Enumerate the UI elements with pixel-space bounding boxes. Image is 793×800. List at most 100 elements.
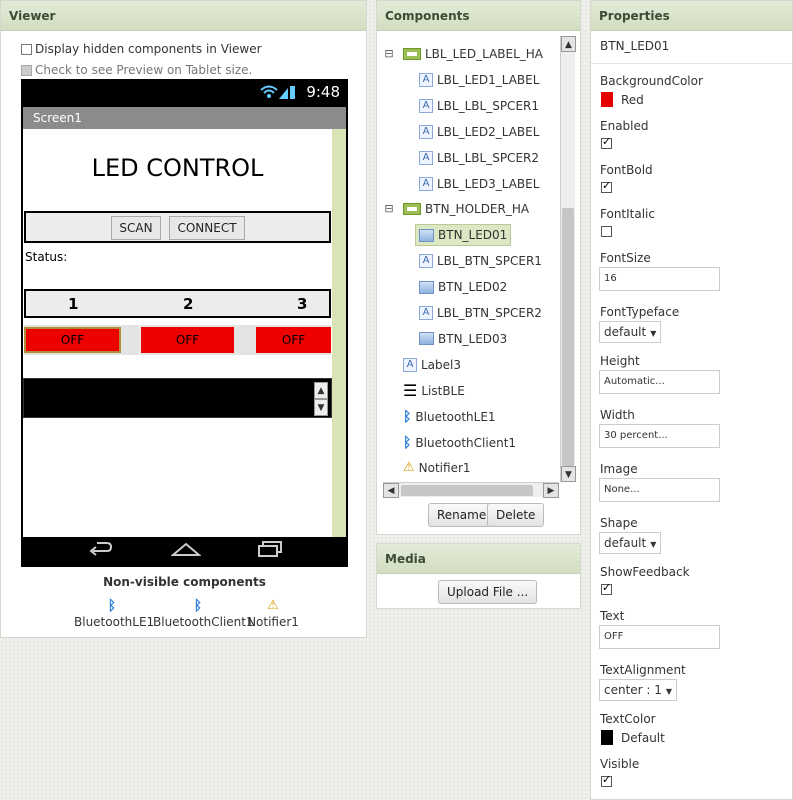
scroll-down-icon[interactable]: ▼ xyxy=(314,399,328,416)
nonvisible-label: BluetoothClient1 xyxy=(153,615,254,629)
tree-item-lbl-btn-spcer1[interactable]: A LBL_BTN_SPCER1 xyxy=(419,250,542,272)
enabled-checkbox[interactable] xyxy=(601,135,612,149)
tree-item-label: BTN_LED02 xyxy=(438,280,508,295)
tree-item-lbl-btn-spcer2[interactable]: A LBL_BTN_SPCER2 xyxy=(419,302,542,324)
scroll-up-icon[interactable]: ▲ xyxy=(561,36,576,52)
tree-item-btn-led01[interactable]: BTN_LED01 xyxy=(415,224,512,247)
tablet-preview-checkbox[interactable] xyxy=(21,64,32,76)
fontbold-checkbox[interactable] xyxy=(601,179,612,193)
scroll-thumb[interactable] xyxy=(401,485,533,496)
tree-item-lbl-led-label-ha[interactable]: LBL_LED_LABEL_HA xyxy=(403,43,543,65)
height-input[interactable]: Automatic... xyxy=(599,370,720,394)
led1-label[interactable]: 1 xyxy=(68,295,78,313)
tree-item-label: ListBLE xyxy=(421,383,465,398)
tablet-preview-row[interactable]: Check to see Preview on Tablet size. xyxy=(21,63,252,77)
tree-item-btn-led02[interactable]: BTN_LED02 xyxy=(419,276,507,298)
phone-nav-bar xyxy=(21,537,348,567)
btn-led02[interactable]: OFF xyxy=(141,327,234,353)
scroll-up-icon[interactable]: ▲ xyxy=(314,382,328,399)
tree-horizontal-scrollbar[interactable]: ◀ ▶ xyxy=(383,482,559,498)
text-input[interactable]: OFF xyxy=(599,625,720,649)
tree-item-lbl-lbl-spcer1[interactable]: A LBL_LBL_SPCER1 xyxy=(419,95,539,117)
rename-button[interactable]: Rename xyxy=(428,503,496,527)
scroll-right-icon[interactable]: ▶ xyxy=(543,483,559,498)
recent-apps-icon xyxy=(257,539,285,564)
component-tree[interactable]: ⊟ LBL_LED_LABEL_HA A LBL_LED1_LABEL A LBL_LBL… xyxy=(383,36,553,482)
tree-item-label: LBL_LBL_SPCER1 xyxy=(437,98,539,113)
label-icon: A xyxy=(419,72,433,87)
led2-label[interactable]: 2 xyxy=(183,295,193,313)
display-hidden-checkbox[interactable] xyxy=(21,43,32,55)
scroll-left-icon[interactable]: ◀ xyxy=(383,483,399,498)
app-title[interactable]: LED CONTROL xyxy=(23,154,332,182)
image-input[interactable]: None... xyxy=(599,478,720,502)
tree-item-label: Notifier1 xyxy=(418,461,471,476)
properties-panel: Properties BTN_LED01 BackgroundColor Red… xyxy=(590,0,793,800)
media-panel: Media Upload File ... xyxy=(376,543,581,609)
textcolor-label: TextColor xyxy=(600,712,656,726)
fontsize-input[interactable]: 16 xyxy=(599,267,720,291)
tree-item-btn-holder-ha[interactable]: BTN_HOLDER_HA xyxy=(403,198,529,220)
status-label[interactable]: Status: xyxy=(25,250,67,264)
btn-led01[interactable]: OFF xyxy=(24,327,121,353)
tree-item-lbl-led2-label[interactable]: A LBL_LED2_LABEL xyxy=(419,121,539,143)
width-label: Width xyxy=(600,408,635,422)
label-icon: A xyxy=(419,98,433,113)
list-scrollbar[interactable]: ▲ ▼ xyxy=(314,382,328,416)
bluetooth-icon: ᛒ xyxy=(403,434,412,451)
led-button-row[interactable]: OFF OFF OFF xyxy=(24,325,331,355)
upload-file-button[interactable]: Upload File ... xyxy=(438,580,538,604)
tree-item-bluetoothclient1[interactable]: ᛒ BluetoothClient1 xyxy=(403,432,516,454)
delete-button[interactable]: Delete xyxy=(487,503,545,527)
button-icon xyxy=(419,280,434,294)
phone-clock: 9:48 xyxy=(306,83,340,101)
scroll-down-icon[interactable]: ▼ xyxy=(561,466,576,482)
tree-vertical-scrollbar[interactable]: ▲ ▼ xyxy=(560,36,576,482)
warning-icon: ⚠ xyxy=(267,598,279,613)
tree-item-lbl-led1-label[interactable]: A LBL_LED1_LABEL xyxy=(419,69,539,91)
tree-item-listble[interactable]: ☰ ListBLE xyxy=(403,380,465,402)
tree-item-btn-led03[interactable]: BTN_LED03 xyxy=(419,328,507,350)
tree-item-bluetoothle1[interactable]: ᛒ BluetoothLE1 xyxy=(403,406,496,428)
tree-item-lbl-lbl-spcer2[interactable]: A LBL_LBL_SPCER2 xyxy=(419,147,539,169)
backgroundcolor-swatch[interactable] xyxy=(601,92,613,107)
visible-checkbox[interactable] xyxy=(601,773,612,787)
tree-item-lbl-led3-label[interactable]: A LBL_LED3_LABEL xyxy=(419,173,539,195)
nonvisible-title: Non-visible components xyxy=(103,575,266,589)
collapse-toggle-icon[interactable]: ⊟ xyxy=(383,202,395,215)
label-icon: A xyxy=(419,176,433,191)
backgroundcolor-value[interactable]: Red xyxy=(621,93,644,107)
screen-title-bar: Screen1 xyxy=(23,107,346,129)
height-label: Height xyxy=(600,354,640,368)
nonvisible-bluetoothclient1[interactable]: ᛒ BluetoothClient1 xyxy=(153,597,254,629)
scan-button[interactable]: SCAN xyxy=(111,216,161,240)
collapse-toggle-icon[interactable]: ⊟ xyxy=(383,47,395,60)
home-icon xyxy=(170,539,202,564)
tree-item-label3[interactable]: A Label3 xyxy=(403,354,461,376)
warning-icon: ⚠ xyxy=(403,460,415,476)
fonttypeface-select[interactable]: default ▼ xyxy=(599,321,662,343)
bluetooth-icon: ᛒ xyxy=(403,408,412,425)
display-hidden-row[interactable]: Display hidden components in Viewer xyxy=(21,42,262,56)
width-input[interactable]: 30 percent... xyxy=(599,424,720,448)
tree-item-notifier1[interactable]: ⚠ Notifier1 xyxy=(403,457,471,479)
textalignment-select[interactable]: center : 1 ▼ xyxy=(599,679,678,701)
scan-connect-row[interactable]: SCAN CONNECT xyxy=(24,211,331,243)
listble-view[interactable]: ▲ ▼ xyxy=(23,378,332,418)
fontbold-label: FontBold xyxy=(600,163,653,177)
textcolor-value[interactable]: Default xyxy=(621,731,665,745)
shape-select[interactable]: default ▼ xyxy=(599,532,662,554)
dropdown-arrow-icon: ▼ xyxy=(650,540,657,549)
scroll-thumb[interactable] xyxy=(562,208,574,466)
textcolor-swatch[interactable] xyxy=(601,730,613,745)
fontitalic-checkbox[interactable] xyxy=(601,226,612,237)
btn-led03[interactable]: OFF xyxy=(256,327,331,353)
showfeedback-checkbox[interactable] xyxy=(601,581,612,595)
horizontal-arrangement-icon xyxy=(403,48,421,60)
connect-button[interactable]: CONNECT xyxy=(169,216,245,240)
led3-label[interactable]: 3 xyxy=(297,295,307,313)
led-label-row[interactable]: 1 2 3 xyxy=(24,289,331,318)
nonvisible-bluetoothle1[interactable]: ᛒ BluetoothLE1 xyxy=(74,597,154,629)
backgroundcolor-label: BackgroundColor xyxy=(600,74,703,88)
nonvisible-notifier1[interactable]: ⚠ Notifier1 xyxy=(245,597,301,629)
